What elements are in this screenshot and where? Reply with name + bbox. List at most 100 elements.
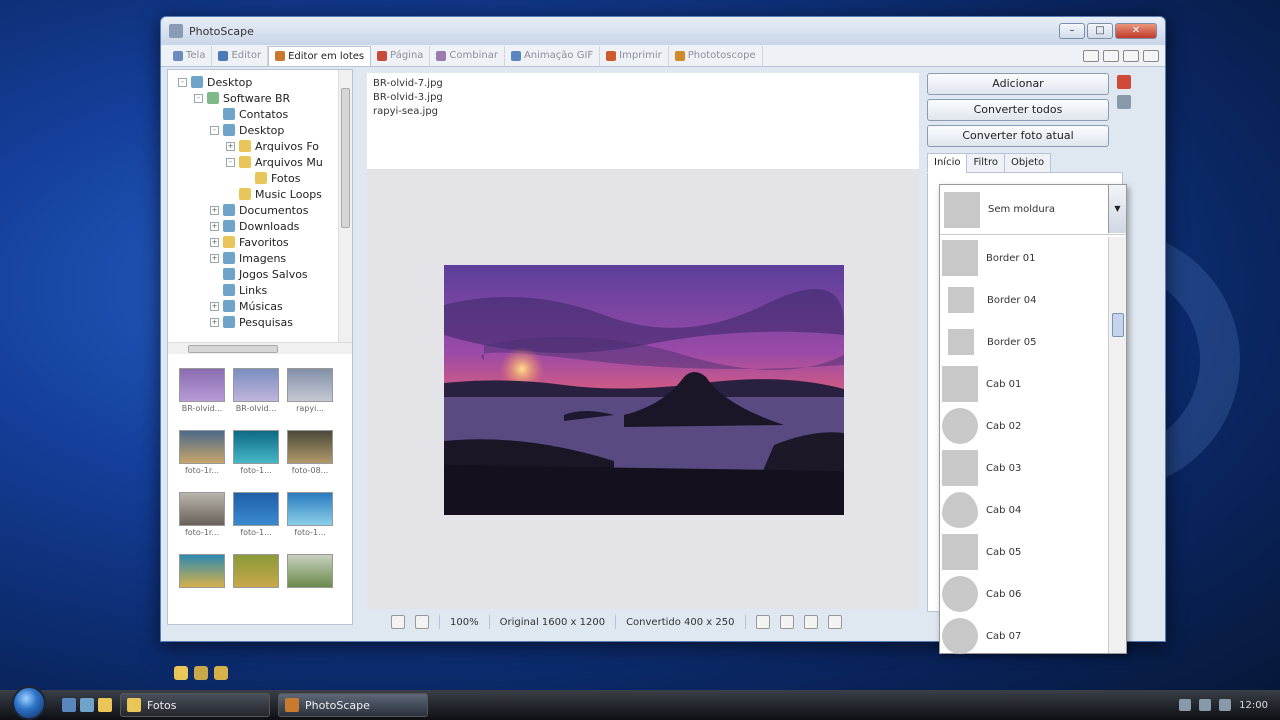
add-button[interactable]: Adicionar xyxy=(927,73,1109,95)
show-desktop-icon[interactable] xyxy=(62,698,76,712)
file-list-item[interactable]: BR-olvid-3.jpg xyxy=(373,91,913,105)
favorite-icon[interactable] xyxy=(1143,49,1159,62)
explorer-icon[interactable] xyxy=(98,698,112,712)
frame-dropdown-selected[interactable]: Sem moldura ▼ xyxy=(940,185,1126,235)
frame-option[interactable]: Cab 05 xyxy=(940,531,1108,573)
options-tab-0[interactable]: Início xyxy=(927,153,968,173)
save-icon[interactable] xyxy=(1117,95,1131,109)
thumbnail[interactable]: foto-1... xyxy=(286,492,334,548)
tree-item[interactable]: + Imagens xyxy=(172,250,352,266)
expand-toggle-icon[interactable]: + xyxy=(210,317,219,327)
frame-dropdown[interactable]: Sem moldura ▼ Border 01 Border 04 Border 0… xyxy=(939,184,1127,654)
expand-toggle-icon[interactable]: + xyxy=(226,141,235,151)
options-tab-2[interactable]: Objeto xyxy=(1003,153,1052,173)
thumbnail[interactable]: foto-08... xyxy=(286,430,334,486)
expand-toggle-icon[interactable]: + xyxy=(210,221,219,231)
thumbnail[interactable]: rapyi... xyxy=(286,368,334,424)
chevron-down-icon[interactable]: ▼ xyxy=(1108,185,1126,233)
tree-vertical-scrollbar[interactable] xyxy=(338,70,352,342)
zoom-actual-icon[interactable] xyxy=(415,615,429,629)
frame-option[interactable]: Border 05 xyxy=(940,321,1108,363)
settings-icon[interactable] xyxy=(1103,49,1119,62)
tab-7[interactable]: Phototoscope xyxy=(669,45,763,66)
tree-horizontal-scrollbar[interactable] xyxy=(168,342,352,354)
frame-option[interactable]: Cab 03 xyxy=(940,447,1108,489)
home-icon[interactable] xyxy=(1123,49,1139,62)
thumbnail[interactable]: foto-1r... xyxy=(178,492,226,548)
switch-windows-icon[interactable] xyxy=(80,698,94,712)
tab-3[interactable]: Página xyxy=(371,45,431,66)
expand-toggle-icon[interactable]: + xyxy=(210,237,219,247)
file-list-item[interactable]: rapyi-sea.jpg xyxy=(373,105,913,119)
help-icon[interactable] xyxy=(1083,49,1099,62)
remove-icon[interactable] xyxy=(1117,75,1131,89)
expand-toggle-icon[interactable]: + xyxy=(210,253,219,263)
thumbnail[interactable]: BR-olvid... xyxy=(232,368,280,424)
options-tab-1[interactable]: Filtro xyxy=(966,153,1005,173)
tree-item[interactable]: - Desktop xyxy=(172,74,352,90)
tab-4[interactable]: Combinar xyxy=(430,45,505,66)
thumbnail[interactable] xyxy=(286,554,334,610)
frame-list-scrollbar[interactable] xyxy=(1108,237,1126,653)
language-icon[interactable] xyxy=(1219,699,1232,711)
compare-icon[interactable] xyxy=(827,615,842,629)
minimize-button[interactable]: – xyxy=(1059,23,1085,39)
tree-item[interactable]: + Arquivos Fo xyxy=(172,138,352,154)
frame-option[interactable]: Cab 06 xyxy=(940,573,1108,615)
thumbnail[interactable]: foto-1... xyxy=(232,492,280,548)
file-list-item[interactable]: BR-olvid-7.jpg xyxy=(373,77,913,91)
frame-option[interactable]: Border 01 xyxy=(940,237,1108,279)
thumbnail[interactable]: foto-1... xyxy=(232,430,280,486)
tab-2[interactable]: Editor em lotes xyxy=(268,45,372,66)
title-bar[interactable]: PhotoScape – □ ✕ xyxy=(161,17,1165,45)
start-button[interactable] xyxy=(12,686,46,720)
expand-toggle-icon[interactable]: - xyxy=(226,157,235,167)
tree-item[interactable]: - Arquivos Mu xyxy=(172,154,352,170)
expand-toggle-icon[interactable]: + xyxy=(210,301,219,311)
thumbnail[interactable] xyxy=(178,554,226,610)
tree-item[interactable]: + Favoritos xyxy=(172,234,352,250)
convert-current-button[interactable]: Converter foto atual xyxy=(927,125,1109,147)
file-list[interactable]: BR-olvid-7.jpg BR-olvid-3.jpg rapyi-sea.jp… xyxy=(367,73,919,169)
tree-item[interactable]: Fotos xyxy=(172,170,352,186)
clock[interactable]: 12:00 xyxy=(1239,700,1268,711)
rotate-left-icon[interactable] xyxy=(755,615,770,629)
maximize-button[interactable]: □ xyxy=(1087,23,1113,39)
tree-item[interactable]: + Músicas xyxy=(172,298,352,314)
folder-icon[interactable] xyxy=(214,666,228,680)
flip-icon[interactable] xyxy=(803,615,818,629)
refresh-icon[interactable] xyxy=(194,666,208,680)
network-icon[interactable] xyxy=(1179,699,1192,711)
tree-item[interactable]: Music Loops xyxy=(172,186,352,202)
frame-option[interactable]: Cab 07 xyxy=(940,615,1108,657)
tab-6[interactable]: Imprimir xyxy=(600,45,669,66)
thumbnail[interactable]: foto-1r... xyxy=(178,430,226,486)
thumbnail[interactable]: BR-olvid... xyxy=(178,368,226,424)
tree-item[interactable]: + Documentos xyxy=(172,202,352,218)
tree-item[interactable]: - Desktop xyxy=(172,122,352,138)
volume-icon[interactable] xyxy=(1199,699,1212,711)
rotate-right-icon[interactable] xyxy=(779,615,794,629)
tree-item[interactable]: Links xyxy=(172,282,352,298)
tab-0[interactable]: Tela xyxy=(167,45,213,66)
tree-item[interactable]: Contatos xyxy=(172,106,352,122)
thumbnail[interactable] xyxy=(232,554,280,610)
frame-option[interactable]: Cab 02 xyxy=(940,405,1108,447)
frame-option[interactable]: Cab 01 xyxy=(940,363,1108,405)
tree-item[interactable]: + Downloads xyxy=(172,218,352,234)
tab-5[interactable]: Animação GIF xyxy=(505,45,601,66)
tree-item[interactable]: Jogos Salvos xyxy=(172,266,352,282)
expand-toggle-icon[interactable]: - xyxy=(178,77,187,87)
taskbar-button[interactable]: PhotoScape xyxy=(278,693,428,717)
frame-option[interactable]: Cab 04 xyxy=(940,489,1108,531)
tree-item[interactable]: + Pesquisas xyxy=(172,314,352,330)
expand-toggle-icon[interactable]: - xyxy=(210,125,219,135)
star-icon[interactable] xyxy=(174,666,188,680)
frame-option[interactable]: Border 04 xyxy=(940,279,1108,321)
taskbar-button[interactable]: Fotos xyxy=(120,693,270,717)
expand-toggle-icon[interactable]: + xyxy=(210,205,219,215)
convert-all-button[interactable]: Converter todos xyxy=(927,99,1109,121)
tree-item[interactable]: - Software BR xyxy=(172,90,352,106)
zoom-fit-icon[interactable] xyxy=(391,615,405,629)
tab-1[interactable]: Editor xyxy=(212,45,269,66)
